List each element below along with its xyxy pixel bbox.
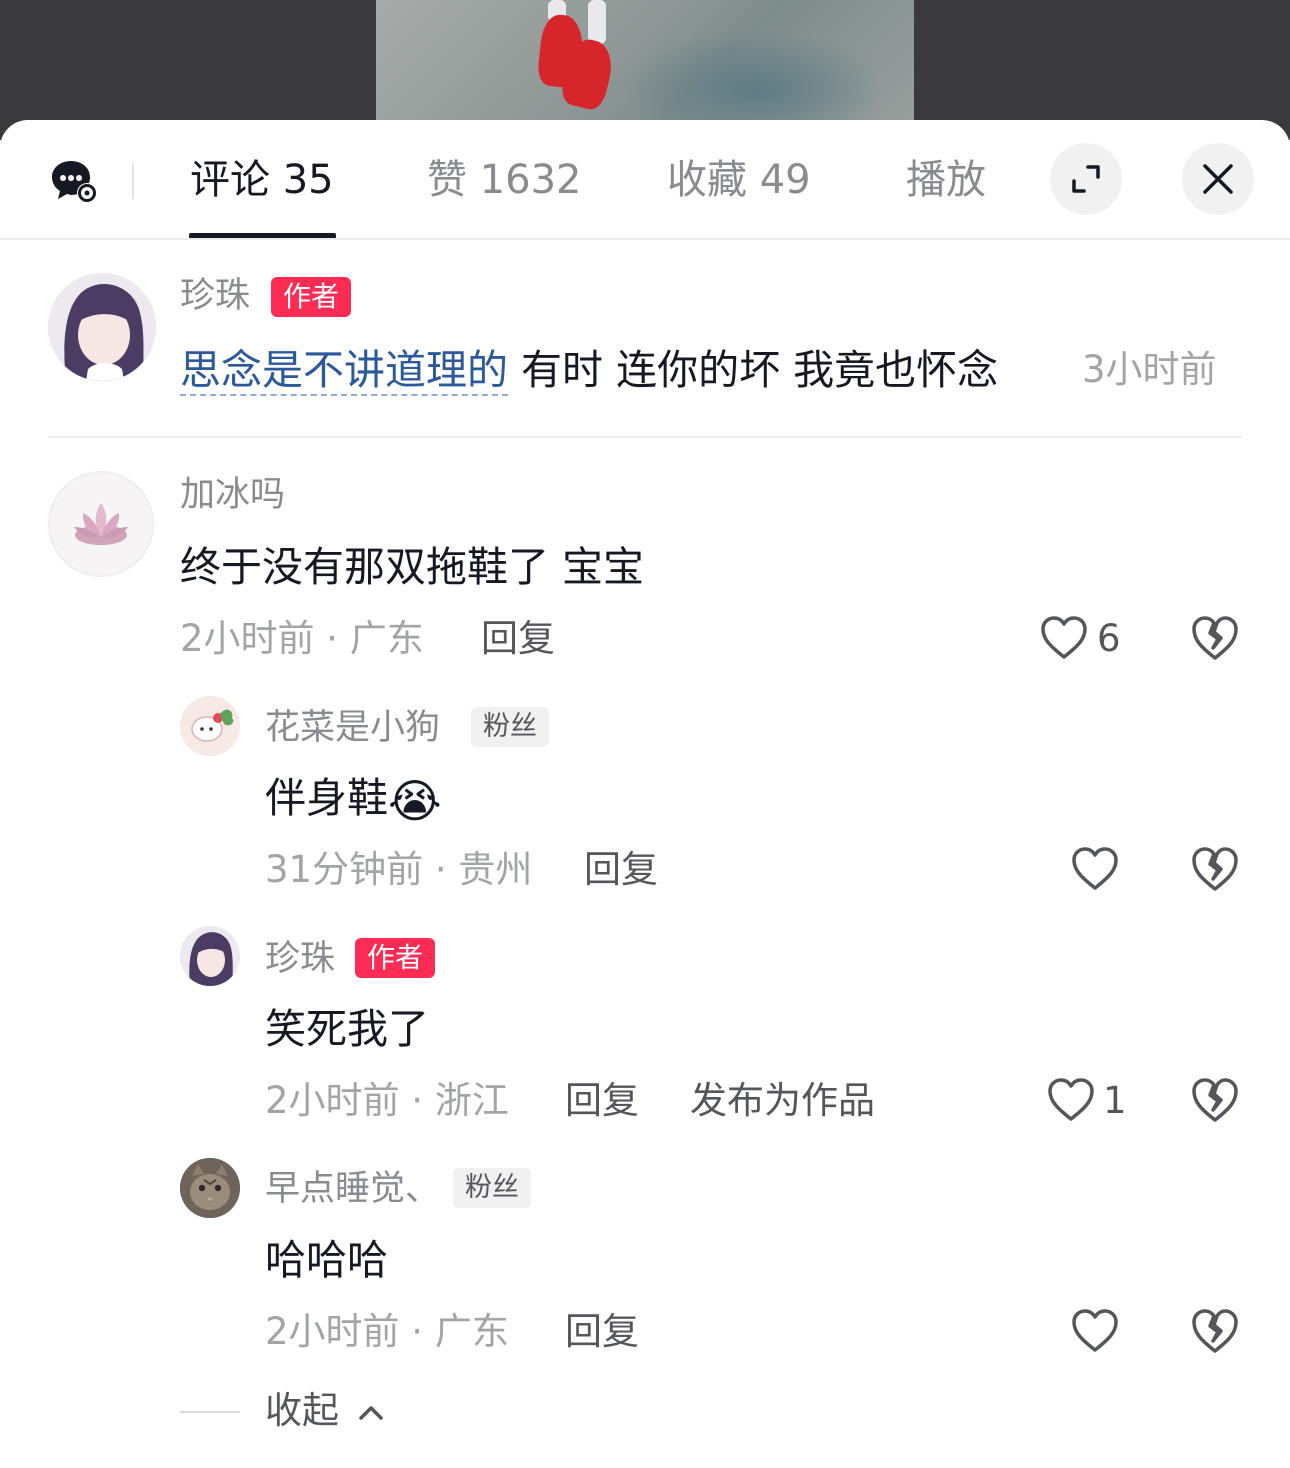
- broken-heart-icon[interactable]: [1190, 614, 1240, 662]
- reply-text: 哈哈哈: [265, 1236, 388, 1284]
- crying-emoji: 😭: [388, 774, 442, 828]
- reply-button[interactable]: 回复: [565, 1307, 639, 1357]
- reply-button[interactable]: 回复: [565, 1076, 639, 1126]
- author-badge: 作者: [355, 938, 436, 978]
- collapse-label: 收起: [265, 1389, 339, 1432]
- heart-outline-icon[interactable]: [1047, 1077, 1095, 1123]
- broken-heart-icon[interactable]: [1190, 1076, 1240, 1124]
- like-count: 1: [1103, 1079, 1127, 1122]
- like-count: 6: [1097, 617, 1121, 660]
- tab-bar: 评论 35 赞 1632 收藏 49 播放: [0, 120, 1290, 240]
- publish-as-work-button[interactable]: 发布为作品: [690, 1076, 875, 1126]
- expand-button[interactable]: [1050, 143, 1122, 215]
- expand-icon: [1072, 165, 1100, 193]
- pinned-divider: [48, 436, 1242, 438]
- avatar[interactable]: [180, 1158, 240, 1218]
- comment-text-rest: 有时 连你的坏 我竟也怀念: [508, 346, 999, 394]
- tab-bar-divider: [0, 238, 1290, 240]
- reply-author-name[interactable]: 珍珠: [265, 934, 335, 984]
- reply-text: 笑死我了: [265, 1005, 429, 1053]
- reply-meta: 31分钟前 · 贵州: [265, 848, 533, 891]
- comment-meta: 2小时前 · 广东: [180, 617, 424, 660]
- chevron-up-icon: [359, 1405, 383, 1420]
- comment-author-name[interactable]: 加冰吗: [180, 470, 285, 520]
- author-badge: 作者: [271, 277, 352, 317]
- comments-sheet: 评论 35 赞 1632 收藏 49 播放 珍珠 作者 思念是不讲道理的 有时 …: [0, 120, 1290, 1468]
- fan-badge: 粉丝: [453, 1168, 531, 1208]
- avatar[interactable]: [180, 926, 240, 986]
- reply-text-content: 伴身鞋: [265, 774, 388, 822]
- tab-plays[interactable]: 播放: [906, 150, 986, 210]
- fan-badge: 粉丝: [471, 707, 549, 747]
- reply-author-name[interactable]: 花菜是小狗: [265, 703, 440, 753]
- comment-time: 3小时前: [1082, 348, 1217, 391]
- reply-meta: 2小时前 · 广东: [265, 1310, 509, 1353]
- broken-heart-icon[interactable]: [1190, 845, 1240, 893]
- heart-outline-icon[interactable]: [1071, 846, 1119, 892]
- avatar[interactable]: [48, 273, 156, 381]
- comment-author-name[interactable]: 珍珠: [180, 271, 250, 321]
- close-button[interactable]: [1182, 143, 1254, 215]
- close-icon: [1203, 164, 1233, 194]
- video-leg: [588, 0, 606, 44]
- collapse-replies-button[interactable]: 收起: [265, 1386, 385, 1436]
- reply-button[interactable]: 回复: [481, 614, 555, 664]
- collapse-divider: [180, 1411, 240, 1413]
- heart-outline-icon[interactable]: [1040, 615, 1088, 661]
- chat-settings-icon[interactable]: [50, 158, 100, 204]
- tab-likes[interactable]: 赞 1632: [427, 150, 582, 210]
- reply-text: 伴身鞋😭: [265, 768, 442, 831]
- reply-meta: 2小时前 · 浙江: [265, 1079, 509, 1122]
- lyric-link[interactable]: 思念是不讲道理的: [180, 346, 508, 396]
- heart-outline-icon[interactable]: [1071, 1308, 1119, 1354]
- reply-author-name[interactable]: 早点睡觉、: [265, 1164, 440, 1214]
- video-thumbnail[interactable]: [376, 0, 914, 140]
- comment-text: 终于没有那双拖鞋了 宝宝: [180, 543, 645, 591]
- tab-separator: [132, 163, 134, 199]
- tab-favorites[interactable]: 收藏 49: [667, 150, 811, 210]
- reply-button[interactable]: 回复: [584, 845, 658, 895]
- tab-comments[interactable]: 评论 35: [190, 150, 334, 210]
- avatar[interactable]: [180, 696, 240, 756]
- avatar[interactable]: [48, 471, 154, 577]
- comment-text: 思念是不讲道理的 有时 连你的坏 我竟也怀念: [180, 340, 998, 400]
- broken-heart-icon[interactable]: [1190, 1307, 1240, 1355]
